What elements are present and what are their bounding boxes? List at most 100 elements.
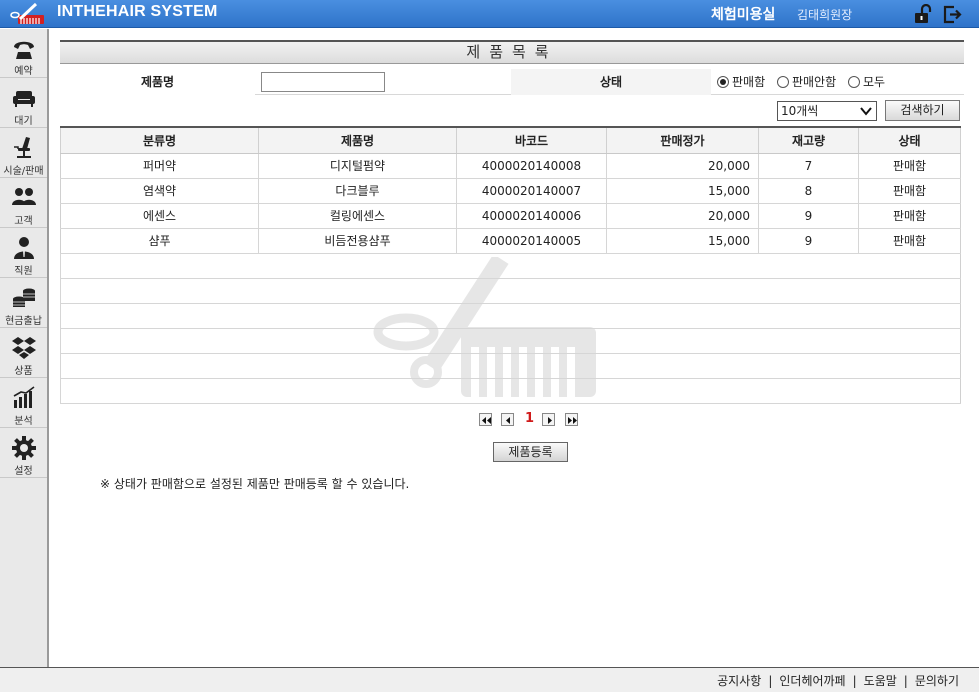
- product-name-cell[interactable]: 디지털펌약: [258, 153, 457, 179]
- page-title: 제품목록: [60, 40, 964, 64]
- sidebar-item-waiting[interactable]: 대기: [0, 79, 47, 128]
- phone-icon: [14, 41, 34, 59]
- gear-icon: [12, 436, 36, 460]
- register-product-button[interactable]: 제품등록: [493, 442, 568, 462]
- product-name-cell[interactable]: 비듬전용샴푸: [258, 228, 457, 254]
- column-header[interactable]: 분류명: [60, 126, 259, 154]
- right-icon: [548, 417, 552, 424]
- radio-label: 판매안함: [791, 75, 837, 89]
- logout-icon[interactable]: [942, 4, 962, 24]
- column-header[interactable]: 판매정가: [606, 126, 759, 154]
- sidebar-nav: 예약 대기 시술/판매 고객 직원 현금출납 상품 분석 설정: [0, 29, 49, 667]
- status-cell: 판매함: [858, 178, 961, 204]
- info-note: ※ 상태가 판매함으로 설정된 제품만 판매등록 할 수 있습니다.: [100, 477, 410, 491]
- category-cell: 염색약: [60, 178, 259, 204]
- next-page-button[interactable]: [542, 413, 555, 426]
- column-header[interactable]: 상태: [858, 126, 961, 154]
- sidebar-item-label: 현금출납: [5, 316, 42, 327]
- separator: |: [852, 674, 857, 688]
- main-content: 제품목록 제품명 상태 판매함 판매안함 모두 10개씩 검색하기 분류명 제품…: [49, 29, 979, 667]
- sidebar-item-cash[interactable]: 현금출납: [0, 279, 47, 328]
- empty-cell: [60, 303, 961, 329]
- empty-cell: [60, 278, 961, 304]
- sidebar-item-service-sales[interactable]: 시술/판매: [0, 129, 47, 178]
- stock-cell: 7: [758, 153, 859, 179]
- per-page-select[interactable]: 10개씩: [777, 101, 877, 121]
- footer-link-cafe[interactable]: 인더헤어까페: [779, 674, 845, 688]
- sidebar-item-products[interactable]: 상품: [0, 329, 47, 378]
- shop-name: 체험미용실: [711, 7, 776, 23]
- product-name-cell[interactable]: 다크블루: [258, 178, 457, 204]
- radio-label: 모두: [862, 75, 886, 89]
- sidebar-item-label: 직원: [14, 266, 33, 277]
- unlock-icon[interactable]: [913, 4, 933, 24]
- double-right-icon: [568, 417, 577, 424]
- status-radio-all[interactable]: 모두: [847, 69, 886, 95]
- sidebar-item-label: 상품: [14, 366, 33, 377]
- sidebar-item-staff[interactable]: 직원: [0, 229, 47, 278]
- chair-icon: [14, 137, 31, 158]
- sidebar-item-reservation[interactable]: 예약: [0, 29, 47, 78]
- app-title: INTHEHAIR SYSTEM: [57, 3, 218, 20]
- sidebar-item-label: 예약: [14, 66, 33, 77]
- sidebar-item-label: 고객: [14, 216, 33, 227]
- empty-cell: [60, 253, 961, 279]
- column-header[interactable]: 제품명: [258, 126, 457, 154]
- barcode-cell: 4000020140007: [456, 178, 607, 204]
- table-row[interactable]: 염색약 다크블루 4000020140007 15,000 8 판매함: [60, 178, 961, 204]
- radio-dot: [776, 76, 789, 88]
- product-name-label: 제품명: [60, 69, 255, 95]
- price-cell: 20,000: [606, 203, 759, 229]
- status-cell: 판매함: [858, 228, 961, 254]
- boxes-icon: [12, 337, 36, 359]
- product-name-cell[interactable]: 컬링에센스: [258, 203, 457, 229]
- footer-link-help[interactable]: 도움말: [864, 674, 897, 688]
- category-cell: 샴푸: [60, 228, 259, 254]
- radio-dot: [717, 76, 729, 88]
- status-label: 상태: [511, 69, 711, 95]
- price-cell: 15,000: [606, 178, 759, 204]
- category-cell: 에센스: [60, 203, 259, 229]
- empty-cell: [60, 328, 961, 354]
- product-name-input[interactable]: [261, 72, 385, 92]
- empty-cell: [60, 353, 961, 379]
- footer-link-contact[interactable]: 문의하기: [915, 674, 959, 688]
- price-cell: 20,000: [606, 153, 759, 179]
- barcode-cell: 4000020140008: [456, 153, 607, 179]
- category-cell: 퍼머약: [60, 153, 259, 179]
- status-radio-not-selling[interactable]: 판매안함: [776, 69, 837, 95]
- table-row[interactable]: 샴푸 비듬전용샴푸 4000020140005 15,000 9 판매함: [60, 228, 961, 254]
- status-radio-selling[interactable]: 판매함: [717, 69, 765, 95]
- page-number-current[interactable]: 1: [525, 411, 534, 426]
- empty-row: [60, 328, 961, 354]
- sofa-icon: [13, 91, 35, 107]
- staff-icon: [14, 237, 34, 259]
- sidebar-item-label: 분석: [14, 416, 33, 427]
- barcode-cell: 4000020140005: [456, 228, 607, 254]
- barcode-cell: 4000020140006: [456, 203, 607, 229]
- stock-cell: 9: [758, 203, 859, 229]
- first-page-button[interactable]: [479, 413, 492, 426]
- column-header[interactable]: 재고량: [758, 126, 859, 154]
- footer: 공지사항 | 인더헤어까페 | 도움말 | 문의하기: [0, 667, 979, 692]
- sidebar-item-settings[interactable]: 설정: [0, 429, 47, 478]
- per-page-value: 10개씩: [781, 104, 819, 118]
- empty-cell: [60, 378, 961, 404]
- status-cell: 판매함: [858, 203, 961, 229]
- sidebar-item-analysis[interactable]: 분석: [0, 379, 47, 428]
- chart-icon: [13, 386, 35, 408]
- column-header[interactable]: 바코드: [456, 126, 607, 154]
- footer-link-notice[interactable]: 공지사항: [717, 674, 761, 688]
- separator: |: [903, 674, 908, 688]
- coins-icon: [13, 288, 35, 307]
- sidebar-item-customers[interactable]: 고객: [0, 179, 47, 228]
- prev-page-button[interactable]: [501, 413, 514, 426]
- filter-row: 제품명 상태 판매함 판매안함 모두: [60, 69, 964, 95]
- last-page-button[interactable]: [565, 413, 578, 426]
- separator: |: [768, 674, 773, 688]
- table-row[interactable]: 퍼머약 디지털펌약 4000020140008 20,000 7 판매함: [60, 153, 961, 179]
- table-row[interactable]: 에센스 컬링에센스 4000020140006 20,000 9 판매함: [60, 203, 961, 229]
- empty-row: [60, 303, 961, 329]
- search-button[interactable]: 검색하기: [885, 100, 960, 121]
- sidebar-item-label: 설정: [14, 466, 33, 477]
